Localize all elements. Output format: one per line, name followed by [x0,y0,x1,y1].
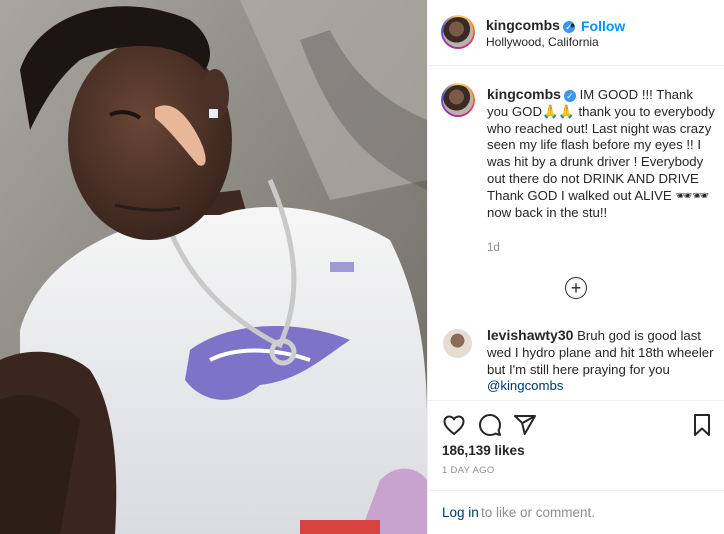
caption-timestamp[interactable]: 1d [487,242,500,254]
post-photo-image [0,0,427,534]
avatar[interactable] [441,15,475,49]
comment-username[interactable]: levishawty30 [487,327,573,343]
separator-dot: • [570,17,575,33]
follow-button[interactable]: Follow [581,18,625,34]
login-prompt: Log in to like or comment. [428,490,724,534]
comment-icon[interactable] [478,413,502,437]
caption-avatar-image [443,85,473,115]
avatar-image [443,17,473,47]
location-link[interactable]: Hollywood, California [486,35,599,49]
heart-icon[interactable] [442,413,466,437]
share-icon[interactable] [513,413,537,437]
plus-circle-icon: + [570,278,582,298]
caption-text-block: kingcombs ✓ IM GOOD !!! Thank you GOD🙏🙏 t… [487,86,717,221]
caption-body: IM GOOD !!! Thank you GOD🙏🙏 thank you to… [487,87,715,220]
post-side-panel: kingcombs ✓ • Follow Hollywood, Californi… [427,0,724,534]
post-date[interactable]: 1 DAY AGO [442,465,495,476]
comment-avatar[interactable] [443,329,472,358]
load-more-comments-button[interactable]: + [565,277,587,299]
caption-avatar[interactable] [441,83,475,117]
likes-count[interactable]: 186,139 likes [442,443,525,458]
comment-mention-link[interactable]: @kingcombs [487,378,563,393]
login-link[interactable]: Log in [442,505,479,520]
caption-username[interactable]: kingcombs [487,86,561,102]
post-header: kingcombs ✓ • Follow Hollywood, Californi… [428,0,724,66]
post-actions: 186,139 likes 1 DAY AGO Log in to like o… [428,400,724,534]
bookmark-icon[interactable] [690,413,714,437]
header-username[interactable]: kingcombs [486,17,560,33]
login-prompt-text: to like or comment. [481,505,596,520]
post-photo[interactable] [0,0,427,534]
verified-badge-icon: ✓ [563,90,576,102]
header-username-row: kingcombs ✓ [486,17,575,35]
comment-text-block: levishawty30 Bruh god is good last wed I… [487,327,717,395]
